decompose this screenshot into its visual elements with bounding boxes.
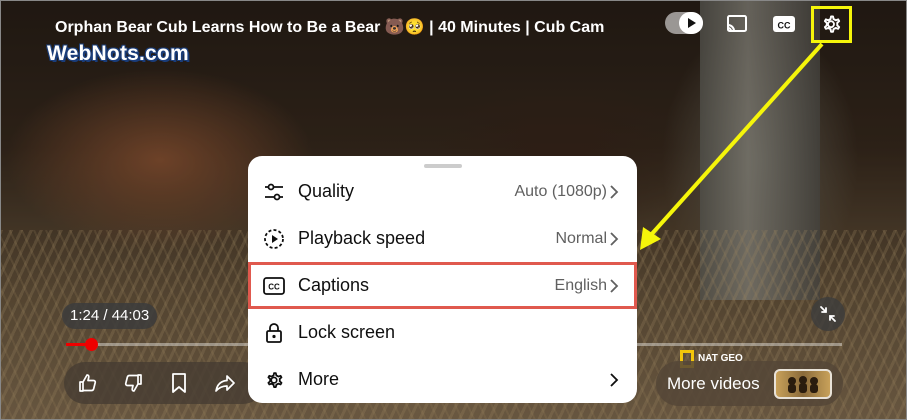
exit-fullscreen-button[interactable] xyxy=(811,297,845,331)
menu-item-label: Playback speed xyxy=(298,228,426,248)
dislike-button[interactable] xyxy=(113,362,153,404)
menu-item-playback-speed[interactable]: Playback speed Normal xyxy=(248,215,637,262)
menu-item-value: Auto (1080p) xyxy=(514,182,607,200)
menu-item-value: English xyxy=(554,276,607,294)
sliders-icon xyxy=(262,180,286,204)
menu-item-quality[interactable]: Quality Auto (1080p) xyxy=(248,168,637,215)
settings-menu: Quality Auto (1080p) Playback speed Norm… xyxy=(248,156,637,403)
menu-item-label: Captions xyxy=(298,275,370,295)
share-icon xyxy=(215,375,235,392)
chevron-right-icon xyxy=(610,232,619,246)
menu-item-value: Normal xyxy=(555,229,607,247)
thumbs-up-icon xyxy=(79,374,97,392)
gear-icon xyxy=(262,368,286,392)
svg-text:CC: CC xyxy=(268,283,280,292)
chevron-right-icon xyxy=(610,279,619,293)
more-videos-button[interactable]: More videos xyxy=(656,361,843,406)
thumbs-down-icon xyxy=(124,374,142,392)
bear-cubs-thumbnail-icon xyxy=(788,376,818,393)
menu-item-label: Quality xyxy=(298,181,355,201)
chevron-right-icon xyxy=(610,185,619,199)
playback-speed-icon xyxy=(262,227,286,251)
more-videos-thumbnail xyxy=(774,369,832,399)
chevron-right-icon xyxy=(610,373,619,387)
action-bar xyxy=(64,362,264,404)
save-icon xyxy=(172,373,186,393)
time-display: 1:24 / 44:03 xyxy=(62,303,158,329)
menu-item-more[interactable]: More xyxy=(248,356,637,403)
collapse-icon xyxy=(820,306,836,322)
more-videos-label: More videos xyxy=(667,373,760,393)
menu-item-captions[interactable]: CC Captions English xyxy=(248,262,637,309)
like-button[interactable] xyxy=(68,362,108,404)
menu-item-label: Lock screen xyxy=(298,322,396,342)
cc-icon: CC xyxy=(262,274,286,298)
scrubber-handle[interactable] xyxy=(84,338,98,351)
lock-icon xyxy=(262,321,286,345)
share-button[interactable] xyxy=(205,362,245,404)
menu-item-label: More xyxy=(298,369,340,389)
menu-item-lock-screen[interactable]: Lock screen xyxy=(248,309,637,356)
save-button[interactable] xyxy=(159,362,199,404)
